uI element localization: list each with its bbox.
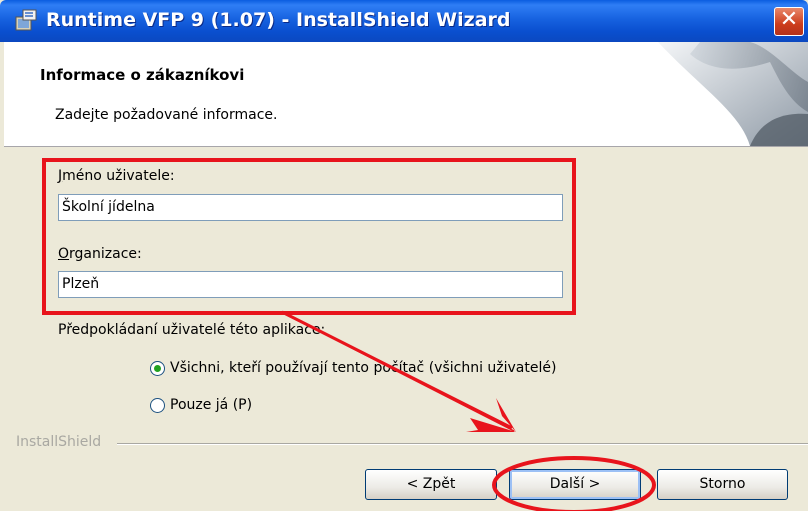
close-button[interactable]: ✕: [774, 7, 804, 36]
wizard-header: Informace o zákazníkovi Zadejte požadova…: [4, 42, 808, 147]
organization-field[interactable]: Plzeň: [58, 271, 563, 298]
title-bar[interactable]: Runtime VFP 9 (1.07) - InstallShield Wiz…: [0, 0, 808, 42]
username-field[interactable]: Školní jídelna: [58, 194, 563, 221]
radio-selected-dot: [154, 365, 161, 372]
organization-label: Organizace:: [58, 246, 142, 262]
annotation-arrowhead-barb: [496, 398, 516, 432]
installshield-wizard-window: Runtime VFP 9 (1.07) - InstallShield Wiz…: [0, 0, 808, 511]
radio-all-users-label[interactable]: Všichni, kteří používají tento počítač (…: [170, 360, 556, 376]
page-subtitle: Zadejte požadované informace.: [55, 107, 278, 123]
page-title: Informace o zákazníkovi: [40, 66, 245, 84]
next-button[interactable]: Další >: [509, 469, 641, 500]
back-button[interactable]: < Zpět: [365, 469, 497, 500]
close-icon: ✕: [779, 7, 799, 32]
footer-divider: [117, 443, 808, 445]
username-label: Jméno uživatele:: [58, 168, 175, 184]
cancel-button[interactable]: Storno: [657, 469, 788, 500]
header-page-curl-art: [658, 42, 808, 146]
radio-only-me[interactable]: [150, 398, 165, 413]
users-question-label: Předpokládaní uživatelé této aplikace:: [58, 322, 326, 338]
radio-only-me-label[interactable]: Pouze já (P): [170, 397, 252, 413]
installshield-brand: InstallShield: [16, 434, 102, 450]
installer-app-icon: [14, 8, 38, 32]
window-title: Runtime VFP 9 (1.07) - InstallShield Wiz…: [46, 9, 511, 31]
annotation-arrowhead: [466, 418, 516, 432]
radio-all-users[interactable]: [150, 361, 165, 376]
